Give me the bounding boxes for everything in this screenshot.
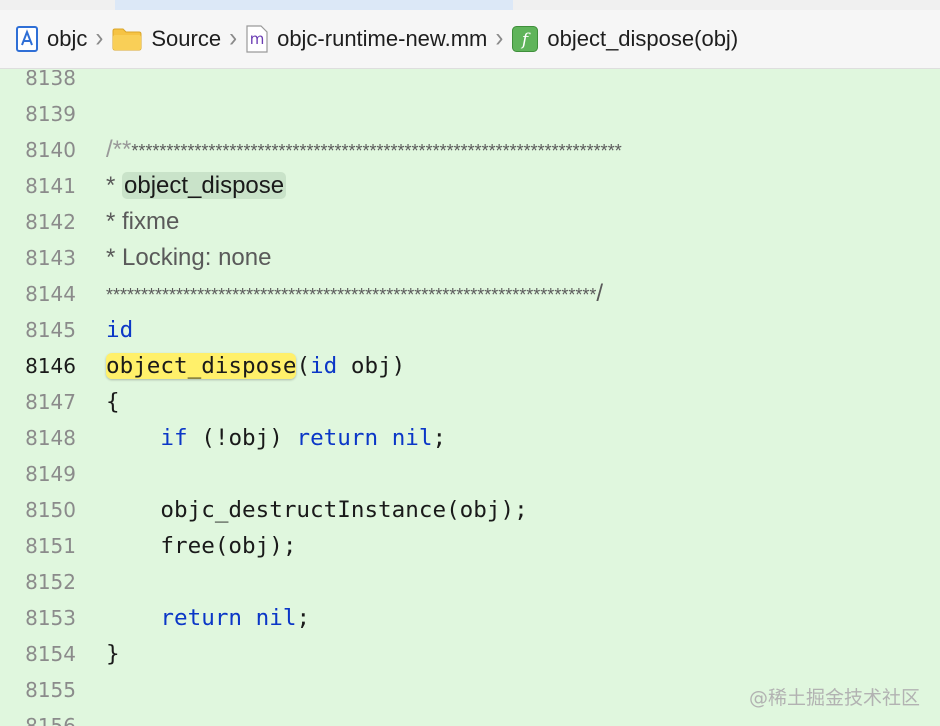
line-number: 8151 [25, 534, 76, 558]
code-line: 8152 [0, 564, 940, 600]
line-number: 8147 [25, 390, 76, 414]
current-line-number: 8146 [25, 354, 76, 378]
doc-comment-open: /***************************************… [106, 136, 622, 163]
line-number: 8145 [25, 318, 76, 342]
chevron-right-icon: › [495, 23, 504, 54]
line-number: 8144 [25, 282, 76, 306]
code-line: 8141 * object_dispose [0, 168, 940, 204]
code-text: if (!obj) return nil; [160, 425, 447, 451]
doc-comment-text: * Locking: none [106, 244, 272, 271]
breadcrumb-project-label: objc [47, 26, 88, 51]
line-number: 8140 [25, 138, 76, 162]
code-text: free(obj); [106, 533, 297, 559]
code-line: 8153 return nil; [0, 600, 940, 636]
code-text: return nil; [160, 605, 311, 631]
doc-comment-text: * object_dispose [106, 172, 287, 199]
selected-symbol-highlight[interactable]: object_dispose [106, 353, 297, 379]
return-type: id [106, 317, 134, 343]
code-line: 8148 if (!obj) return nil; [0, 420, 940, 456]
code-line: 8143 * Locking: none [0, 240, 940, 276]
line-number: 8150 [25, 498, 76, 522]
objc-source-file-icon: m [246, 25, 268, 53]
breadcrumb-item-file[interactable]: m objc-runtime-new.mm [246, 25, 487, 53]
code-line: 8138 [0, 70, 940, 96]
active-tab-indicator[interactable] [115, 0, 513, 10]
line-number: 8141 [25, 174, 76, 198]
xcode-project-icon [16, 26, 38, 52]
function-signature: object_dispose(id obj) [106, 353, 406, 379]
code-line: 8147 { [0, 384, 940, 420]
code-editor[interactable]: 8138 8139 8140 /************************… [0, 70, 940, 726]
breadcrumb-file-label: objc-runtime-new.mm [277, 26, 488, 51]
line-number: 8156 [25, 714, 76, 726]
code-line: 8151 free(obj); [0, 528, 940, 564]
code-line: 8140 /**********************************… [0, 132, 940, 168]
line-number: 8143 [25, 246, 76, 270]
code-line: 8142 * fixme [0, 204, 940, 240]
folder-icon [112, 27, 142, 51]
line-number: 8148 [25, 426, 76, 450]
breadcrumb-symbol-label: object_dispose(obj) [547, 26, 739, 51]
tab-strip [0, 0, 940, 10]
code-line: 8149 [0, 456, 940, 492]
code-line: 8139 [0, 96, 940, 132]
code-line-current: 8146 object_dispose(id obj) [0, 348, 940, 384]
doc-symbol-highlight: object_dispose [122, 172, 287, 199]
function-icon: f [512, 26, 539, 52]
chevron-right-icon: › [229, 23, 238, 54]
line-number: 8139 [25, 102, 76, 126]
chevron-right-icon: › [95, 23, 104, 54]
line-number: 8138 [25, 70, 76, 90]
line-number: 8142 [25, 210, 76, 234]
code-text: } [106, 641, 120, 667]
code-line: 8144 ***********************************… [0, 276, 940, 312]
breadcrumb-folder-label: Source [151, 26, 222, 51]
code-text: { [106, 389, 120, 415]
code-line: 8145 id [0, 312, 940, 348]
breadcrumb-item-symbol[interactable]: f object_dispose(obj) [512, 26, 738, 52]
breadcrumb-item-folder[interactable]: Source [112, 26, 221, 52]
code-line: 8154 } [0, 636, 940, 672]
svg-text:m: m [250, 30, 265, 48]
code-line: 8156 [0, 708, 940, 726]
code-line: 8150 objc_destructInstance(obj); [0, 492, 940, 528]
line-number: 8153 [25, 606, 76, 630]
breadcrumb-item-project[interactable]: objc [16, 26, 87, 52]
line-number: 8154 [25, 642, 76, 666]
line-number: 8149 [25, 462, 76, 486]
doc-comment-close: ****************************************… [106, 280, 604, 307]
code-text: objc_destructInstance(obj); [106, 497, 528, 523]
line-number: 8155 [25, 678, 76, 702]
watermark: @稀土掘金技术社区 [748, 687, 920, 709]
line-number: 8152 [25, 570, 76, 594]
doc-comment-text: * fixme [106, 208, 180, 235]
breadcrumb: objc › Source › m objc-runtime-new.mm › … [0, 10, 940, 69]
